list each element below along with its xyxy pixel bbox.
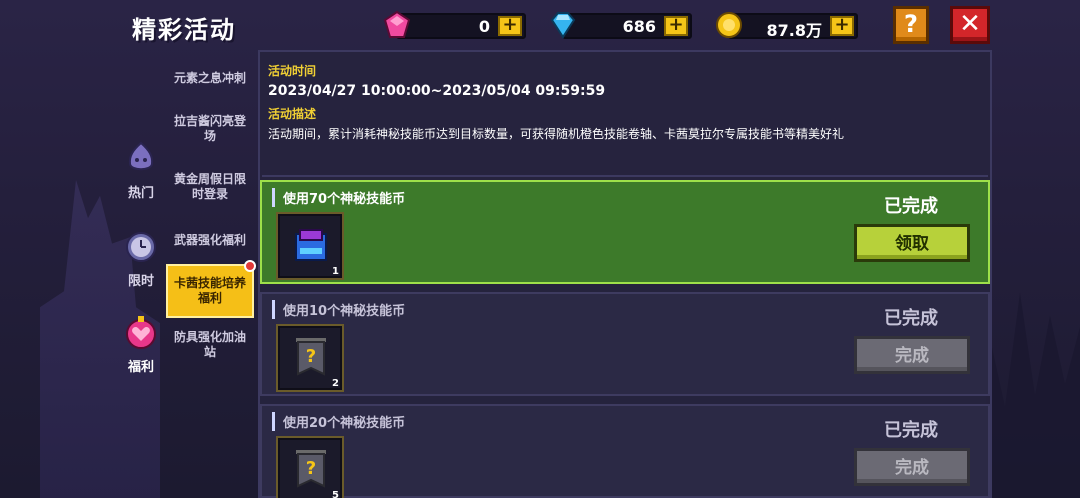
add-gem-button[interactable]: + [498, 16, 522, 36]
currency-diamond-bar: 686 + [562, 13, 692, 39]
notification-dot [244, 260, 256, 272]
task-status: 已完成 [884, 308, 938, 329]
time-label: 活动时间 [268, 64, 317, 78]
blue-diamond-icon [550, 12, 576, 39]
pink-gem-icon [383, 10, 411, 38]
background-trees [980, 292, 1080, 498]
reward-qty: 1 [332, 266, 339, 277]
submenu-item[interactable]: 防具强化加油站 [166, 318, 254, 372]
reward-item-slot[interactable]: 1 [276, 212, 344, 280]
reward-qty: 2 [332, 378, 339, 389]
help-button[interactable]: ? [893, 6, 929, 44]
page-title: 精彩活动 [132, 16, 236, 44]
submenu-item-label: 卡茜技能培养福利 [173, 276, 246, 305]
add-diamond-button[interactable]: + [664, 16, 688, 36]
currency-diamond-value: 686 [622, 17, 656, 36]
category-hot[interactable]: 热门 [118, 140, 164, 201]
currency-gold-value: 87.8万 [766, 21, 822, 40]
reward-item-slot[interactable]: ? 5 [276, 436, 344, 498]
submenu-item[interactable]: 拉吉酱闪亮登场 [166, 100, 254, 158]
task-card: 使用70个神秘技能币 1 已完成 领取 [260, 180, 990, 284]
purple-blob-icon [128, 141, 154, 171]
completed-button[interactable]: 完成 [854, 336, 970, 374]
reward-qty: 5 [332, 490, 339, 498]
desc-value: 活动期间，累计消耗神秘技能币达到目标数量，可获得随机橙色技能卷轴、卡茜莫拉尔专属… [268, 127, 845, 141]
time-value: 2023/04/27 10:00:00~2023/05/04 09:59:59 [268, 83, 606, 99]
claim-button[interactable]: 领取 [854, 224, 970, 262]
submenu-item[interactable]: 武器强化福利 [166, 216, 254, 264]
submenu-item[interactable]: 黄金周假日限时登录 [166, 158, 254, 216]
submenu-item[interactable]: 元素之息冲刺 [166, 56, 254, 100]
desc-label: 活动描述 [268, 107, 317, 121]
svg-text:?: ? [306, 346, 316, 367]
gold-coin-icon [716, 12, 742, 38]
reward-item-slot[interactable]: ? 2 [276, 324, 344, 392]
category-limited-label: 限时 [127, 274, 154, 289]
submenu-item-active[interactable]: 卡茜技能培养福利 [166, 260, 256, 318]
currency-gem-value: 0 [478, 17, 490, 36]
currency-gem-bar: 0 + [396, 13, 526, 39]
category-welfare-label: 福利 [127, 360, 154, 375]
category-hot-label: 热门 [127, 186, 154, 201]
task-card: 使用10个神秘技能币 ? 2 已完成 完成 [260, 292, 990, 396]
currency-gold-bar: 87.8万 + [728, 13, 858, 40]
task-status: 已完成 [884, 420, 938, 441]
task-title: 使用10个神秘技能币 [272, 300, 405, 319]
task-card: 使用20个神秘技能币 ? 5 已完成 完成 [260, 404, 990, 498]
close-button[interactable]: ✕ [950, 6, 990, 44]
clock-icon [126, 232, 156, 262]
task-status: 已完成 [884, 196, 938, 217]
task-title: 使用20个神秘技能币 [272, 412, 405, 431]
task-title: 使用70个神秘技能币 [272, 188, 405, 207]
mystery-banner-icon: ? [296, 450, 326, 488]
category-welfare[interactable]: 福利 [118, 314, 164, 375]
category-limited[interactable]: 限时 [118, 228, 164, 289]
completed-button[interactable]: 完成 [854, 448, 970, 486]
gift-heart-icon [126, 316, 156, 349]
svg-text:?: ? [306, 458, 316, 479]
activity-submenu: 元素之息冲刺 拉吉酱闪亮登场 黄金周假日限时登录 武器强化福利 卡茜技能培养福利… [166, 56, 256, 372]
add-gold-button[interactable]: + [830, 16, 854, 36]
activity-info: 活动时间 2023/04/27 10:00:00~2023/05/04 09:5… [268, 62, 844, 142]
divider [262, 175, 988, 177]
